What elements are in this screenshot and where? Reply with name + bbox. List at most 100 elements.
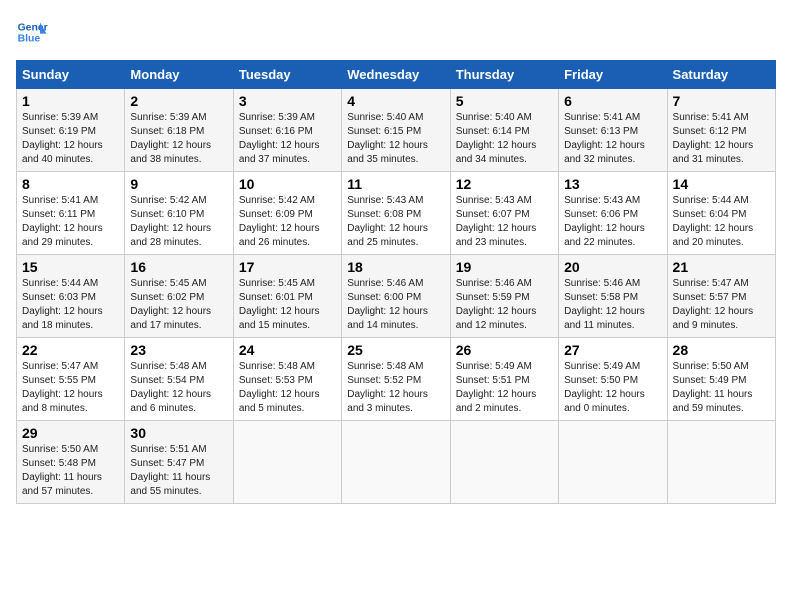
weekday-header: Sunday xyxy=(17,61,125,89)
calendar-day-cell xyxy=(450,421,558,504)
day-number: 14 xyxy=(673,176,770,192)
day-number: 3 xyxy=(239,93,336,109)
day-number: 27 xyxy=(564,342,661,358)
calendar-day-cell: 18 Sunrise: 5:46 AMSunset: 6:00 PMDaylig… xyxy=(342,255,450,338)
day-detail: Sunrise: 5:40 AMSunset: 6:15 PMDaylight:… xyxy=(347,112,428,165)
day-number: 26 xyxy=(456,342,553,358)
calendar-day-cell: 22 Sunrise: 5:47 AMSunset: 5:55 PMDaylig… xyxy=(17,338,125,421)
day-detail: Sunrise: 5:42 AMSunset: 6:10 PMDaylight:… xyxy=(130,195,211,248)
day-detail: Sunrise: 5:44 AMSunset: 6:03 PMDaylight:… xyxy=(22,278,103,331)
calendar-day-cell: 4 Sunrise: 5:40 AMSunset: 6:15 PMDayligh… xyxy=(342,89,450,172)
calendar-day-cell: 30 Sunrise: 5:51 AMSunset: 5:47 PMDaylig… xyxy=(125,421,233,504)
calendar-day-cell: 3 Sunrise: 5:39 AMSunset: 6:16 PMDayligh… xyxy=(233,89,341,172)
day-number: 8 xyxy=(22,176,119,192)
calendar-day-cell: 28 Sunrise: 5:50 AMSunset: 5:49 PMDaylig… xyxy=(667,338,775,421)
calendar-day-cell: 16 Sunrise: 5:45 AMSunset: 6:02 PMDaylig… xyxy=(125,255,233,338)
day-detail: Sunrise: 5:43 AMSunset: 6:08 PMDaylight:… xyxy=(347,195,428,248)
weekday-header: Thursday xyxy=(450,61,558,89)
day-number: 23 xyxy=(130,342,227,358)
weekday-header: Monday xyxy=(125,61,233,89)
day-detail: Sunrise: 5:45 AMSunset: 6:02 PMDaylight:… xyxy=(130,278,211,331)
weekday-header: Saturday xyxy=(667,61,775,89)
day-detail: Sunrise: 5:43 AMSunset: 6:06 PMDaylight:… xyxy=(564,195,645,248)
calendar-day-cell: 5 Sunrise: 5:40 AMSunset: 6:14 PMDayligh… xyxy=(450,89,558,172)
day-detail: Sunrise: 5:39 AMSunset: 6:18 PMDaylight:… xyxy=(130,112,211,165)
day-detail: Sunrise: 5:47 AMSunset: 5:57 PMDaylight:… xyxy=(673,278,754,331)
day-number: 4 xyxy=(347,93,444,109)
day-detail: Sunrise: 5:48 AMSunset: 5:54 PMDaylight:… xyxy=(130,361,211,414)
calendar-day-cell: 14 Sunrise: 5:44 AMSunset: 6:04 PMDaylig… xyxy=(667,172,775,255)
day-number: 28 xyxy=(673,342,770,358)
day-number: 10 xyxy=(239,176,336,192)
day-number: 15 xyxy=(22,259,119,275)
calendar-table: SundayMondayTuesdayWednesdayThursdayFrid… xyxy=(16,60,776,504)
calendar-day-cell: 21 Sunrise: 5:47 AMSunset: 5:57 PMDaylig… xyxy=(667,255,775,338)
weekday-header: Tuesday xyxy=(233,61,341,89)
calendar-day-cell xyxy=(342,421,450,504)
day-number: 24 xyxy=(239,342,336,358)
day-number: 22 xyxy=(22,342,119,358)
day-detail: Sunrise: 5:48 AMSunset: 5:53 PMDaylight:… xyxy=(239,361,320,414)
page-header: General Blue xyxy=(16,16,776,48)
day-detail: Sunrise: 5:39 AMSunset: 6:19 PMDaylight:… xyxy=(22,112,103,165)
day-detail: Sunrise: 5:49 AMSunset: 5:51 PMDaylight:… xyxy=(456,361,537,414)
day-detail: Sunrise: 5:44 AMSunset: 6:04 PMDaylight:… xyxy=(673,195,754,248)
calendar-week-row: 29 Sunrise: 5:50 AMSunset: 5:48 PMDaylig… xyxy=(17,421,776,504)
calendar-day-cell xyxy=(233,421,341,504)
calendar-day-cell xyxy=(559,421,667,504)
calendar-day-cell: 10 Sunrise: 5:42 AMSunset: 6:09 PMDaylig… xyxy=(233,172,341,255)
day-detail: Sunrise: 5:46 AMSunset: 5:58 PMDaylight:… xyxy=(564,278,645,331)
day-detail: Sunrise: 5:45 AMSunset: 6:01 PMDaylight:… xyxy=(239,278,320,331)
day-detail: Sunrise: 5:47 AMSunset: 5:55 PMDaylight:… xyxy=(22,361,103,414)
calendar-day-cell: 24 Sunrise: 5:48 AMSunset: 5:53 PMDaylig… xyxy=(233,338,341,421)
calendar-day-cell: 26 Sunrise: 5:49 AMSunset: 5:51 PMDaylig… xyxy=(450,338,558,421)
day-number: 30 xyxy=(130,425,227,441)
calendar-day-cell: 27 Sunrise: 5:49 AMSunset: 5:50 PMDaylig… xyxy=(559,338,667,421)
calendar-day-cell: 17 Sunrise: 5:45 AMSunset: 6:01 PMDaylig… xyxy=(233,255,341,338)
calendar-week-row: 1 Sunrise: 5:39 AMSunset: 6:19 PMDayligh… xyxy=(17,89,776,172)
calendar-header: SundayMondayTuesdayWednesdayThursdayFrid… xyxy=(17,61,776,89)
logo-icon: General Blue xyxy=(16,16,48,48)
calendar-day-cell: 1 Sunrise: 5:39 AMSunset: 6:19 PMDayligh… xyxy=(17,89,125,172)
day-detail: Sunrise: 5:51 AMSunset: 5:47 PMDaylight:… xyxy=(130,444,210,497)
day-detail: Sunrise: 5:41 AMSunset: 6:13 PMDaylight:… xyxy=(564,112,645,165)
day-number: 11 xyxy=(347,176,444,192)
calendar-day-cell: 19 Sunrise: 5:46 AMSunset: 5:59 PMDaylig… xyxy=(450,255,558,338)
day-detail: Sunrise: 5:48 AMSunset: 5:52 PMDaylight:… xyxy=(347,361,428,414)
day-detail: Sunrise: 5:40 AMSunset: 6:14 PMDaylight:… xyxy=(456,112,537,165)
day-number: 6 xyxy=(564,93,661,109)
day-number: 25 xyxy=(347,342,444,358)
day-number: 13 xyxy=(564,176,661,192)
calendar-day-cell: 25 Sunrise: 5:48 AMSunset: 5:52 PMDaylig… xyxy=(342,338,450,421)
day-number: 21 xyxy=(673,259,770,275)
day-number: 20 xyxy=(564,259,661,275)
calendar-week-row: 8 Sunrise: 5:41 AMSunset: 6:11 PMDayligh… xyxy=(17,172,776,255)
day-number: 1 xyxy=(22,93,119,109)
day-detail: Sunrise: 5:42 AMSunset: 6:09 PMDaylight:… xyxy=(239,195,320,248)
calendar-day-cell: 8 Sunrise: 5:41 AMSunset: 6:11 PMDayligh… xyxy=(17,172,125,255)
logo: General Blue xyxy=(16,16,48,48)
day-number: 7 xyxy=(673,93,770,109)
day-detail: Sunrise: 5:43 AMSunset: 6:07 PMDaylight:… xyxy=(456,195,537,248)
day-number: 2 xyxy=(130,93,227,109)
day-detail: Sunrise: 5:46 AMSunset: 6:00 PMDaylight:… xyxy=(347,278,428,331)
calendar-week-row: 22 Sunrise: 5:47 AMSunset: 5:55 PMDaylig… xyxy=(17,338,776,421)
calendar-day-cell: 9 Sunrise: 5:42 AMSunset: 6:10 PMDayligh… xyxy=(125,172,233,255)
calendar-week-row: 15 Sunrise: 5:44 AMSunset: 6:03 PMDaylig… xyxy=(17,255,776,338)
day-number: 12 xyxy=(456,176,553,192)
weekday-header: Wednesday xyxy=(342,61,450,89)
day-number: 9 xyxy=(130,176,227,192)
calendar-day-cell: 29 Sunrise: 5:50 AMSunset: 5:48 PMDaylig… xyxy=(17,421,125,504)
day-number: 18 xyxy=(347,259,444,275)
calendar-day-cell xyxy=(667,421,775,504)
calendar-day-cell: 12 Sunrise: 5:43 AMSunset: 6:07 PMDaylig… xyxy=(450,172,558,255)
day-detail: Sunrise: 5:50 AMSunset: 5:49 PMDaylight:… xyxy=(673,361,753,414)
calendar-day-cell: 13 Sunrise: 5:43 AMSunset: 6:06 PMDaylig… xyxy=(559,172,667,255)
day-number: 29 xyxy=(22,425,119,441)
calendar-day-cell: 11 Sunrise: 5:43 AMSunset: 6:08 PMDaylig… xyxy=(342,172,450,255)
calendar-day-cell: 6 Sunrise: 5:41 AMSunset: 6:13 PMDayligh… xyxy=(559,89,667,172)
day-detail: Sunrise: 5:49 AMSunset: 5:50 PMDaylight:… xyxy=(564,361,645,414)
calendar-day-cell: 7 Sunrise: 5:41 AMSunset: 6:12 PMDayligh… xyxy=(667,89,775,172)
day-detail: Sunrise: 5:46 AMSunset: 5:59 PMDaylight:… xyxy=(456,278,537,331)
day-number: 19 xyxy=(456,259,553,275)
